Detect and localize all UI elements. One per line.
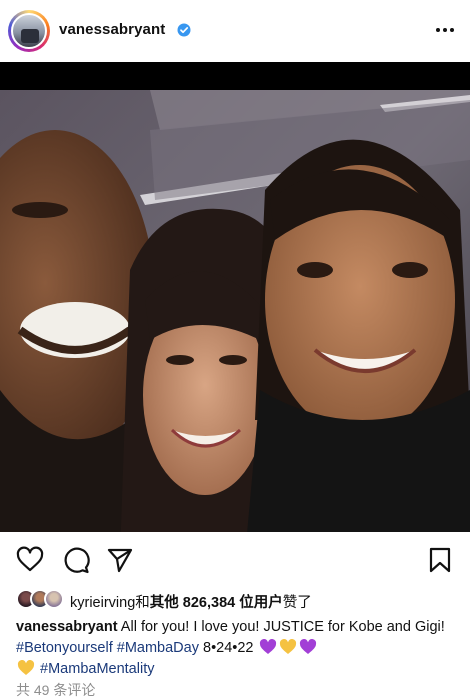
caption-date: 8•24•22	[203, 640, 254, 656]
hashtag-link[interactable]: #MambaMentality	[40, 661, 154, 677]
liker-avatar[interactable]	[44, 589, 64, 609]
likes-suffix: 赞了	[282, 595, 312, 611]
selfie-image	[0, 90, 470, 532]
post-username[interactable]: vanessabryant	[59, 21, 165, 38]
post-header: vanessabryant	[0, 0, 470, 62]
post-caption: vanessabryant All for you! I love you! J…	[16, 617, 458, 680]
heart-outline-icon[interactable]	[16, 546, 44, 574]
purple-heart-icon	[259, 639, 276, 654]
comment-bubble-icon[interactable]	[62, 546, 90, 574]
view-comments-link[interactable]: 共 49 条评论	[16, 680, 95, 700]
profile-avatar[interactable]	[8, 10, 50, 52]
caption-username[interactable]: vanessabryant	[16, 619, 118, 635]
purple-heart-icon	[299, 639, 316, 654]
paper-plane-icon[interactable]	[106, 546, 134, 574]
likes-connector: 和	[135, 595, 150, 611]
hashtag-link[interactable]: #Betonyourself	[16, 640, 113, 656]
verified-badge-icon	[177, 23, 191, 37]
post-photo[interactable]	[0, 62, 470, 532]
likes-summary[interactable]: kyrieirving和其他 826,384 位用户赞了	[70, 591, 312, 612]
more-horizontal-icon[interactable]	[434, 22, 456, 38]
action-bar	[0, 540, 470, 580]
avatar-image	[11, 13, 47, 49]
hashtag-link[interactable]: #MambaDay	[117, 640, 199, 656]
bookmark-icon[interactable]	[426, 546, 454, 574]
first-liker[interactable]: kyrieirving	[70, 595, 135, 611]
likes-count[interactable]: 其他 826,384 位用户	[150, 595, 283, 611]
yellow-heart-icon	[17, 660, 35, 675]
likes-row: kyrieirving和其他 826,384 位用户赞了	[16, 589, 456, 611]
yellow-heart-icon	[279, 639, 296, 654]
caption-text: All for you! I love you! JUSTICE for Kob…	[120, 619, 445, 635]
